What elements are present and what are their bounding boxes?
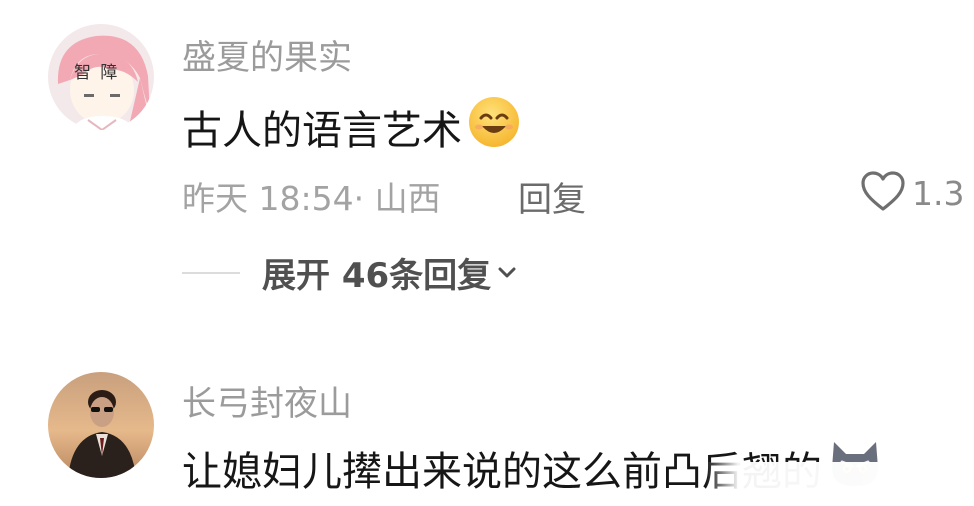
expand-replies-button[interactable]: 展开 46条回复 [262,248,517,297]
comment-text-body: 古人的语言艺术 [182,108,462,154]
comment-location: 山西 [374,179,441,218]
username[interactable]: 盛夏的果实 [182,30,352,79]
watermark-overlay [706,462,974,506]
avatar[interactable] [48,372,154,478]
username[interactable]: 长弓封夜山 [182,376,352,425]
expand-replies-row: 展开 46条回复 [182,248,517,297]
comment-meta: 昨天 18:54· 山西 [182,172,441,220]
chevron-down-icon [497,266,517,280]
like-button[interactable]: 1.3 [860,170,964,216]
divider [182,271,240,274]
like-count: 1.3 [912,173,965,213]
avatar-caption: 智 障 [74,63,120,83]
reply-button[interactable]: 回复 [518,172,586,221]
heart-icon [860,170,906,216]
meta-separator: · [353,179,375,218]
comment-time: 昨天 18:54 [182,179,354,218]
comment-text: 古人的语言艺术 [182,96,520,158]
smiling-face-emoji [468,96,520,158]
comment-item: 智 障 盛夏的果实 古人的语言艺术 昨天 18:54· 山西 回复 1.3 [0,0,974,240]
expand-replies-label: 展开 46条回复 [262,256,492,296]
avatar[interactable]: 智 障 [48,24,154,130]
